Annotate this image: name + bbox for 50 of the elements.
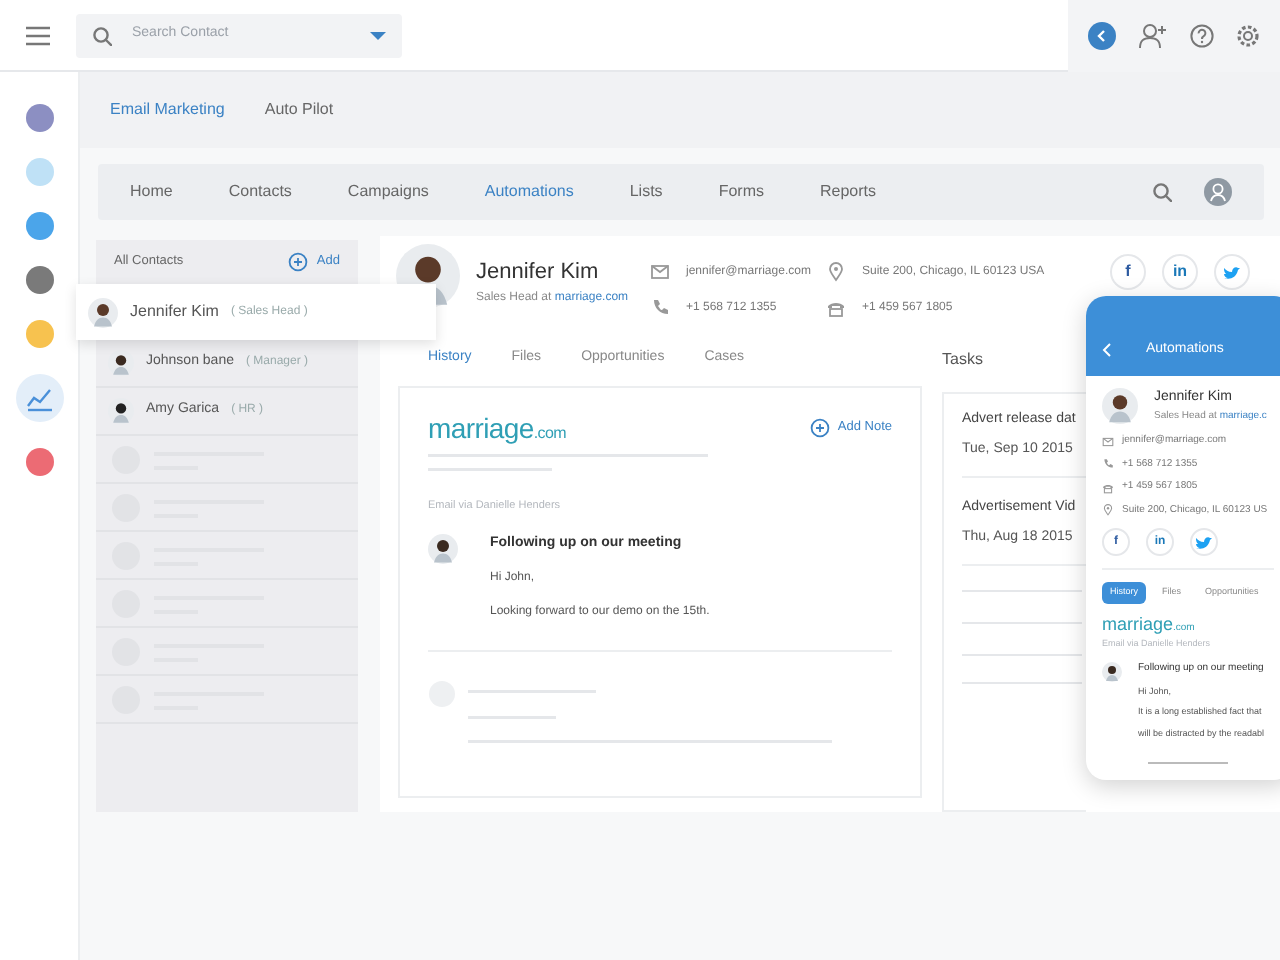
pin-icon bbox=[1102, 504, 1114, 517]
nav-item[interactable]: Campaigns bbox=[347, 180, 429, 204]
app-dot[interactable] bbox=[25, 320, 53, 348]
avatar bbox=[108, 350, 134, 376]
mail-icon bbox=[1102, 435, 1114, 448]
avatar bbox=[1102, 662, 1122, 682]
bird-icon bbox=[1194, 534, 1214, 550]
avatar bbox=[1102, 388, 1138, 424]
app-dot[interactable] bbox=[25, 448, 53, 476]
app-tab[interactable]: Auto Pilot bbox=[264, 98, 334, 122]
nav-item[interactable]: Reports bbox=[819, 180, 876, 204]
menu-icon[interactable] bbox=[26, 25, 50, 45]
nav-item[interactable]: Lists bbox=[629, 180, 663, 204]
user-plus-icon[interactable] bbox=[1138, 21, 1167, 49]
section-title: Tasks bbox=[942, 348, 985, 372]
caret-icon[interactable] bbox=[370, 31, 386, 39]
company-logo: marriage.com bbox=[428, 409, 566, 448]
app-dot[interactable] bbox=[25, 212, 53, 240]
app-tab[interactable]: Email Marketing bbox=[110, 98, 225, 122]
app-dot[interactable] bbox=[25, 104, 53, 132]
back-button[interactable] bbox=[1087, 21, 1116, 49]
phone-icon bbox=[1102, 458, 1114, 471]
avatar bbox=[396, 244, 460, 308]
placeholder-lines-drawing bbox=[962, 586, 1082, 686]
nav-item[interactable]: Contacts bbox=[228, 180, 292, 204]
help-icon[interactable] bbox=[1189, 23, 1214, 47]
twitter-button[interactable] bbox=[1190, 528, 1218, 556]
nav-item[interactable]: Automations bbox=[484, 180, 574, 204]
pin-icon bbox=[826, 262, 846, 282]
avatar bbox=[88, 297, 118, 327]
app-dot[interactable] bbox=[25, 266, 53, 294]
plus-icon bbox=[809, 418, 830, 438]
avatar bbox=[108, 398, 134, 424]
phone-icon bbox=[650, 298, 670, 318]
search-icon bbox=[92, 25, 112, 45]
nav-item[interactable]: Home bbox=[130, 180, 173, 204]
avatar bbox=[428, 533, 458, 564]
settings-icon[interactable] bbox=[1236, 23, 1261, 47]
search-icon[interactable] bbox=[1152, 182, 1172, 202]
desk-icon bbox=[826, 298, 846, 318]
desk-icon bbox=[1102, 481, 1114, 494]
mail-icon bbox=[650, 262, 670, 282]
nav-item[interactable]: Forms bbox=[718, 180, 764, 204]
user-avatar-icon[interactable] bbox=[1204, 178, 1232, 206]
bird-icon bbox=[1222, 264, 1242, 280]
plus-icon bbox=[288, 252, 309, 272]
app-dot[interactable] bbox=[25, 158, 53, 186]
back-icon[interactable] bbox=[1102, 342, 1114, 358]
contact-name: Jennifer Kim bbox=[476, 258, 601, 288]
chart-button[interactable] bbox=[15, 374, 63, 422]
